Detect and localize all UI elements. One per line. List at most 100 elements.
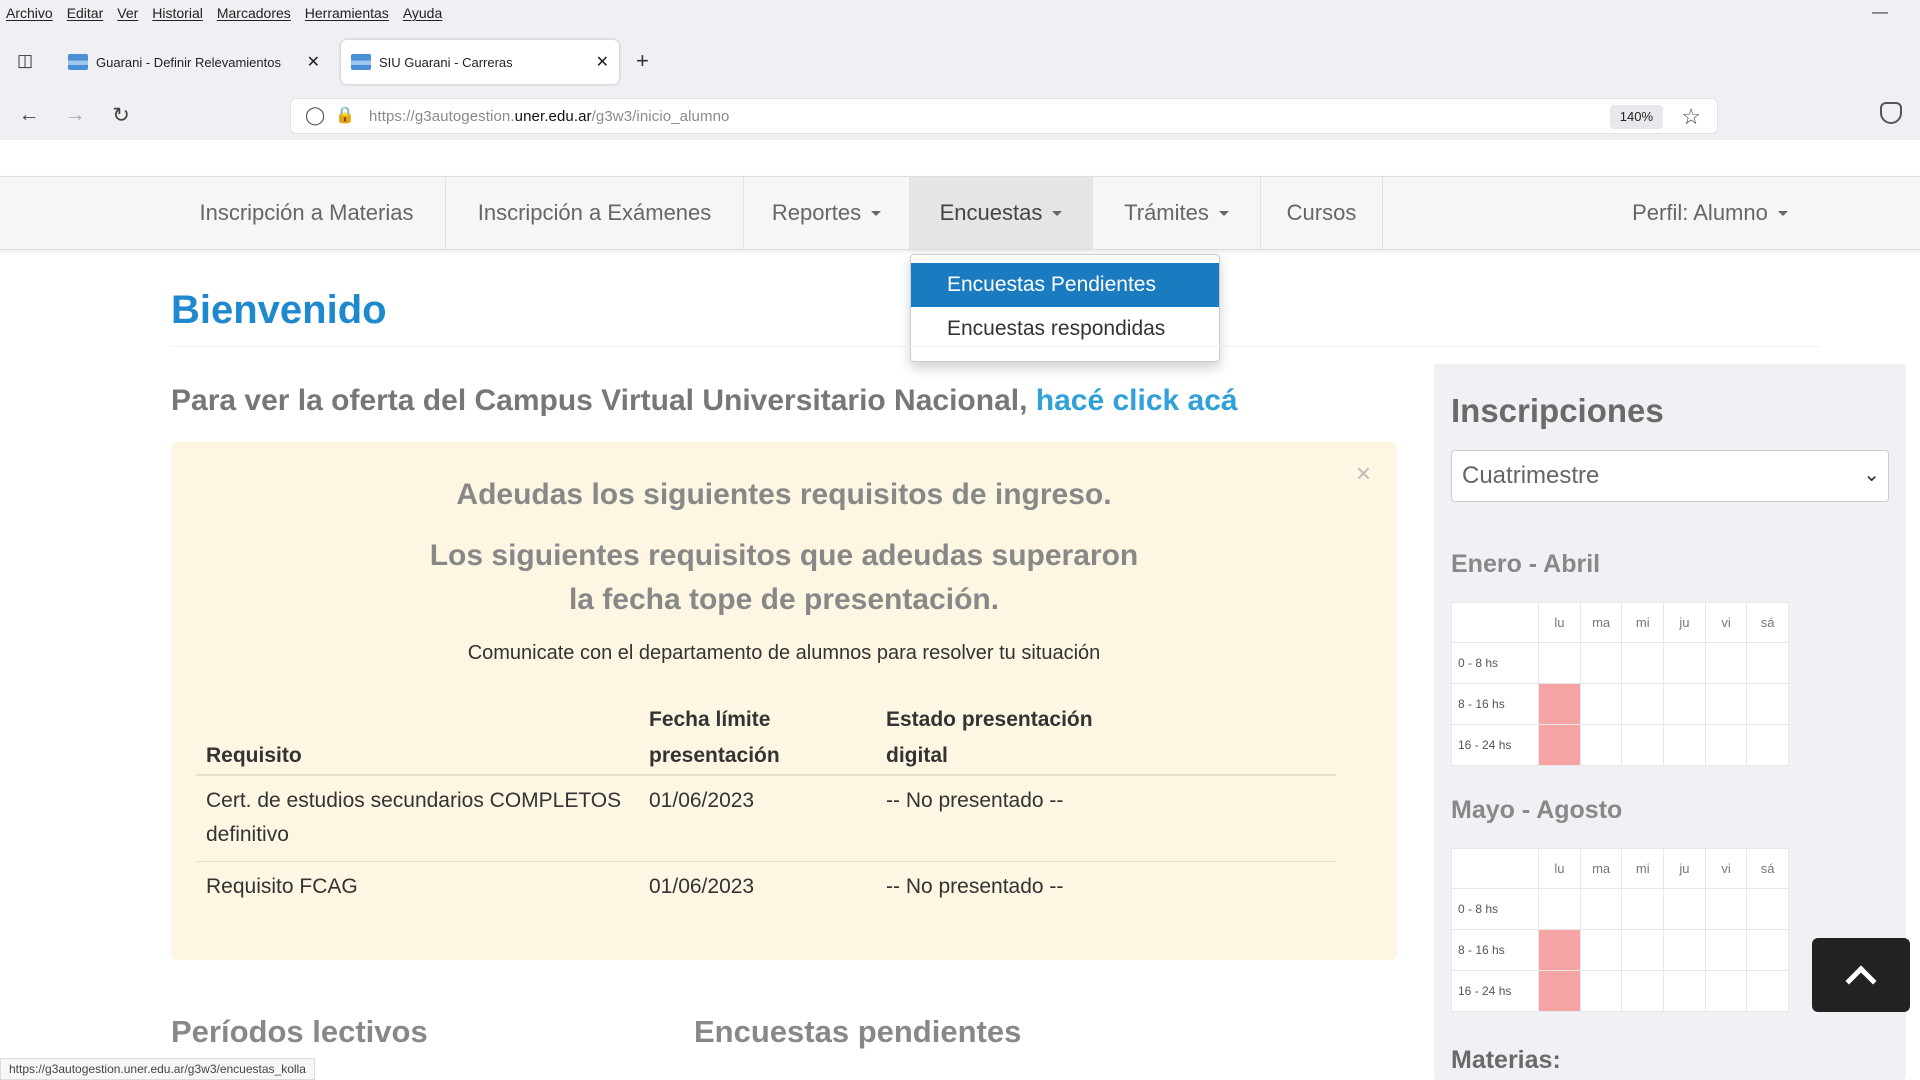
menu-item-encuestas-pendientes[interactable]: Encuestas Pendientes <box>911 263 1219 307</box>
grid-row: 0 - 8 hs <box>1450 642 1789 684</box>
nav-inscripcion-materias[interactable]: Inscripción a Materias <box>168 177 446 249</box>
grid-cell-active <box>1538 970 1581 1012</box>
nav-label: Reportes <box>771 200 862 225</box>
slot-label: 16 - 24 hs <box>1450 724 1540 766</box>
day-header: mi <box>1621 602 1665 643</box>
grid-cell <box>1579 642 1623 684</box>
cell-requisito: Requisito FCAG <box>206 875 358 898</box>
alert-subheading: Los siguientes requisitos que adeudas su… <box>429 539 1139 616</box>
requisitos-alert: × Adeudas los siguientes requisitos de i… <box>171 442 1397 960</box>
grid-cell <box>1704 724 1748 766</box>
tracking-shield-icon[interactable]: ◯ <box>305 105 325 126</box>
grid-cell <box>1579 724 1623 766</box>
divider <box>171 346 1819 347</box>
menu-ver[interactable]: Ver <box>117 5 138 21</box>
new-tab-plus-icon[interactable]: + <box>636 48 649 74</box>
day-header: ma <box>1579 848 1623 889</box>
bookmark-star-icon[interactable]: ☆ <box>1681 104 1701 130</box>
url-domain: uner.edu.ar <box>514 108 592 125</box>
menu-historial[interactable]: Historial <box>152 5 203 21</box>
navigation-bar: ← → ↻ ◯ 🔒 https://g3autogestion.uner.edu… <box>0 94 1920 138</box>
caret-down-icon <box>1218 210 1229 216</box>
period-title: Mayo - Agosto <box>1451 796 1623 824</box>
grid-cell <box>1746 970 1789 1012</box>
grid-cell <box>1579 970 1623 1012</box>
grid-cell <box>1663 929 1706 971</box>
day-header: sá <box>1746 602 1789 643</box>
grid-row: 0 - 8 hs <box>1450 888 1789 930</box>
siu-favicon-icon <box>68 54 88 70</box>
campus-link[interactable]: hacé click acá <box>1036 384 1238 417</box>
reload-icon[interactable]: ↻ <box>106 100 136 130</box>
nav-perfil-alumno[interactable]: Perfil: Alumno <box>1600 177 1820 249</box>
grid-cell <box>1704 888 1748 930</box>
grid-cell <box>1621 970 1665 1012</box>
browser-chrome: Archivo Editar Ver Historial Marcadores … <box>0 0 1920 140</box>
column-header-estado: Estado presentación digital <box>886 708 1093 767</box>
lock-icon[interactable]: 🔒 <box>335 105 355 125</box>
zoom-level-badge[interactable]: 140% <box>1609 105 1663 129</box>
address-bar[interactable]: ◯ 🔒 https://g3autogestion.uner.edu.ar/g3… <box>290 98 1718 134</box>
nav-cursos[interactable]: Cursos <box>1261 177 1383 249</box>
grid-cell <box>1621 642 1665 684</box>
status-bar-url: https://g3autogestion.uner.edu.ar/g3w3/e… <box>0 1058 315 1080</box>
menu-editar[interactable]: Editar <box>67 5 104 21</box>
forward-arrow-icon[interactable]: → <box>60 100 90 130</box>
grid-cell <box>1746 724 1789 766</box>
day-header: ma <box>1579 602 1623 643</box>
menu-herramientas[interactable]: Herramientas <box>305 5 389 21</box>
encuestas-pendientes-heading: Encuestas pendientes <box>694 1014 1022 1049</box>
close-tab-icon[interactable]: ✕ <box>307 52 320 72</box>
slot-label: 16 - 24 hs <box>1450 970 1540 1012</box>
menu-bar: Archivo Editar Ver Historial Marcadores … <box>0 0 1920 26</box>
menu-ayuda[interactable]: Ayuda <box>403 5 442 21</box>
nav-inscripcion-examenes[interactable]: Inscripción a Exámenes <box>446 177 744 249</box>
menu-archivo[interactable]: Archivo <box>6 5 53 21</box>
grid-row: 16 - 24 hs <box>1450 724 1789 766</box>
periodos-lectivos-heading: Períodos lectivos <box>171 1014 428 1049</box>
nav-tramites[interactable]: Trámites <box>1093 177 1261 249</box>
minimize-icon[interactable]: — <box>1872 4 1888 22</box>
nav-encuestas[interactable]: Encuestas <box>910 177 1093 249</box>
grid-cell <box>1704 683 1748 725</box>
scroll-to-top-button[interactable] <box>1812 938 1910 1012</box>
requisitos-table: Requisito Fecha límite presentación Esta… <box>196 692 1336 914</box>
grid-cell <box>1621 929 1665 971</box>
tab-list-icon[interactable]: ◫ <box>12 48 38 74</box>
close-tab-icon[interactable]: ✕ <box>596 52 609 72</box>
menu-marcadores[interactable]: Marcadores <box>217 5 291 21</box>
nav-reportes[interactable]: Reportes <box>744 177 910 249</box>
slot-label: 8 - 16 hs <box>1450 929 1540 971</box>
grid-cell <box>1746 888 1789 930</box>
grid-cell <box>1704 970 1748 1012</box>
grid-cell <box>1579 683 1623 725</box>
grid-cell <box>1746 642 1789 684</box>
grid-row: 8 - 16 hs <box>1450 929 1789 971</box>
nav-label: Trámites <box>1124 200 1209 225</box>
inscripciones-title: Inscripciones <box>1451 392 1664 429</box>
column-header-fecha: Fecha límite presentación <box>649 708 780 767</box>
back-arrow-icon[interactable]: ← <box>14 100 44 130</box>
period-title: Enero - Abril <box>1451 550 1601 578</box>
menu-item-encuestas-respondidas[interactable]: Encuestas respondidas <box>911 307 1219 351</box>
pocket-icon[interactable] <box>1880 102 1902 124</box>
alert-note: Comunicate con el departamento de alumno… <box>467 642 1101 664</box>
periodo-select[interactable]: Cuatrimestre ⌄ <box>1451 450 1889 502</box>
url-text[interactable]: https://g3autogestion.uner.edu.ar/g3w3/i… <box>369 108 729 125</box>
grid-cell <box>1704 929 1748 971</box>
schedule-grid: lu ma mi ju vi sá 0 - 8 hs 8 - 16 hs 16 - 24 hs <box>1450 602 1789 766</box>
day-header: mi <box>1621 848 1665 889</box>
day-header: ju <box>1663 602 1706 643</box>
chevron-down-icon: ⌄ <box>1863 464 1880 486</box>
table-row: Cert. de estudios secundarios COMPLETOS … <box>196 776 1336 862</box>
cell-fecha: 01/06/2023 <box>649 875 755 898</box>
caret-down-icon <box>1777 210 1788 216</box>
grid-cell <box>1579 888 1623 930</box>
grid-row: 8 - 16 hs <box>1450 683 1789 725</box>
grid-cell <box>1663 970 1706 1012</box>
slot-label: 8 - 16 hs <box>1450 683 1540 725</box>
nav-label: Inscripción a Materias <box>199 200 414 225</box>
tab-siu-guarani-carreras[interactable]: SIU Guarani - Carreras ✕ <box>341 40 619 84</box>
tab-guarani-relevamientos[interactable]: Guarani - Definir Relevamientos ✕ <box>58 40 330 84</box>
cell-requisito: Cert. de estudios secundarios COMPLETOS … <box>206 789 622 846</box>
